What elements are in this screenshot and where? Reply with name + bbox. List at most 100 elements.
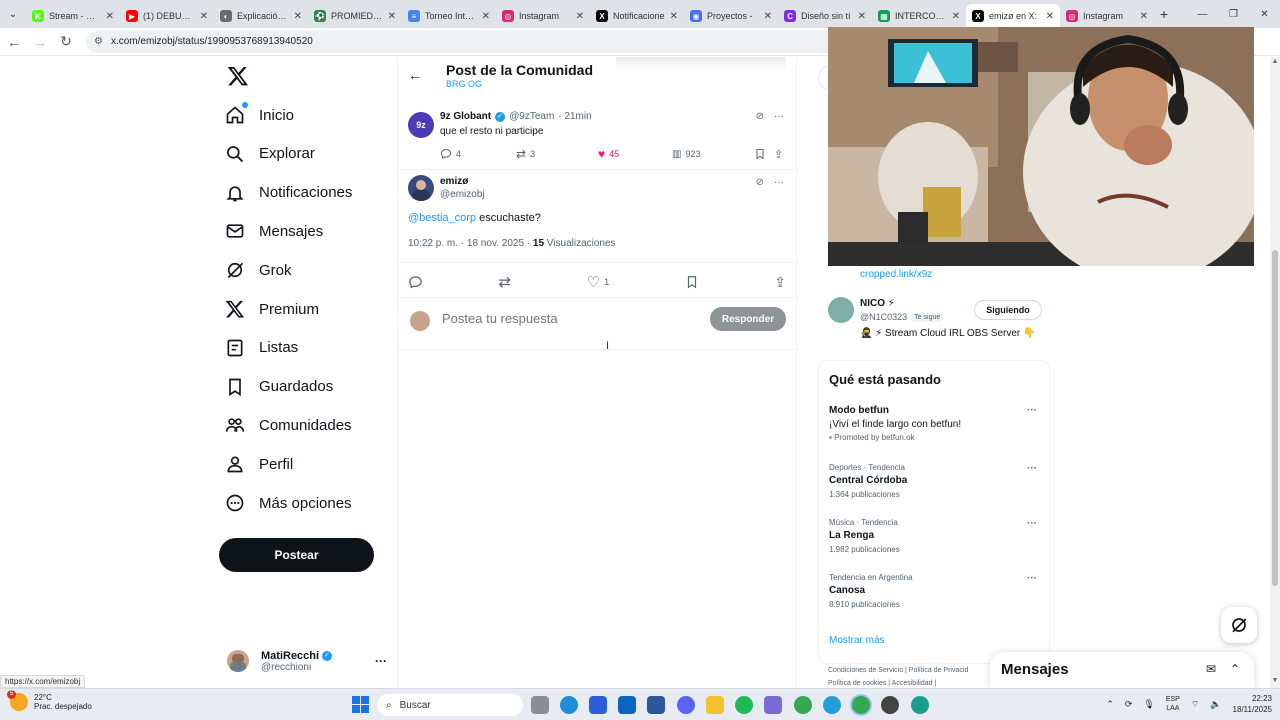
scrollbar-thumb[interactable] bbox=[1272, 250, 1278, 586]
following-button[interactable]: Siguiendo bbox=[974, 300, 1042, 320]
nav-item-comunidades[interactable]: Comunidades bbox=[225, 409, 352, 441]
account-switcher[interactable]: MatiRecchi ✓ @recchioni ··· bbox=[227, 643, 387, 679]
messages-drawer[interactable]: Mensajes ✉ ⌃ bbox=[990, 652, 1254, 688]
tab-close-icon[interactable]: ✕ bbox=[1046, 11, 1054, 22]
nav-item-grok[interactable]: Grok bbox=[225, 254, 292, 286]
like-button[interactable]: ♥ 45 bbox=[598, 147, 672, 161]
browser-tab[interactable]: ◎ Instagram ✕ bbox=[496, 4, 590, 28]
edge-icon[interactable] bbox=[560, 696, 578, 714]
new-tab-button[interactable]: + bbox=[1154, 6, 1174, 22]
reload-button[interactable]: ↻ bbox=[54, 30, 78, 54]
trend-item[interactable]: Tendencia en Argentina Canosa 8.910 public… bbox=[829, 573, 1041, 609]
obs-icon[interactable] bbox=[881, 696, 899, 714]
more-dots-icon[interactable]: ··· bbox=[1027, 518, 1037, 529]
reply-input[interactable] bbox=[442, 311, 682, 326]
tab-close-icon[interactable]: ✕ bbox=[482, 11, 490, 22]
scroll-down-arrow-icon[interactable]: ▼ bbox=[1270, 677, 1280, 684]
more-dots-icon[interactable]: ··· bbox=[1027, 405, 1037, 416]
tab-close-icon[interactable]: ✕ bbox=[576, 11, 584, 22]
close-window-button[interactable]: ✕ bbox=[1249, 0, 1280, 28]
bio-link[interactable]: cropped.link/x9z bbox=[860, 269, 932, 280]
community-name-link[interactable]: BRG OG bbox=[446, 79, 482, 89]
clock[interactable]: 22:23 18/11/2025 bbox=[1233, 693, 1272, 715]
nav-item-más-opciones[interactable]: Más opciones bbox=[225, 487, 352, 519]
url-bar[interactable]: ⚙ x.com/emizobj/status/19909537689139405… bbox=[86, 30, 846, 53]
nav-item-perfil[interactable]: Perfil bbox=[225, 448, 293, 480]
telegram-icon[interactable] bbox=[823, 696, 841, 714]
tab-close-icon[interactable]: ✕ bbox=[200, 11, 208, 22]
spotify-icon[interactable] bbox=[735, 696, 753, 714]
file-explorer-icon[interactable] bbox=[706, 696, 724, 714]
expand-up-icon[interactable]: ⌃ bbox=[1230, 662, 1240, 676]
reply-button[interactable] bbox=[408, 272, 423, 292]
restore-button[interactable]: ❐ bbox=[1218, 0, 1249, 28]
browser-tab[interactable]: X Notificacione ✕ bbox=[590, 4, 684, 28]
task-view-icon[interactable] bbox=[531, 696, 549, 714]
tab-close-icon[interactable]: ✕ bbox=[858, 11, 866, 22]
forward-button[interactable]: → bbox=[28, 30, 52, 54]
chrome-icon[interactable] bbox=[794, 696, 812, 714]
discord-icon[interactable] bbox=[677, 696, 695, 714]
tab-close-icon[interactable]: ✕ bbox=[670, 11, 678, 22]
x-logo-icon[interactable] bbox=[227, 65, 249, 87]
reply-button[interactable]: 4 bbox=[440, 147, 516, 161]
chrome-active-icon[interactable] bbox=[852, 696, 870, 714]
browser-tab[interactable]: ▦ INTERCOMU ✕ bbox=[872, 4, 966, 28]
more-dots-icon[interactable]: ··· bbox=[774, 111, 784, 122]
more-dots-icon[interactable]: ··· bbox=[1027, 573, 1037, 584]
new-message-icon[interactable]: ✉ bbox=[1206, 662, 1216, 676]
tray-app-icon[interactable]: ⟳ bbox=[1125, 699, 1133, 710]
post-time[interactable]: · 21min bbox=[558, 111, 591, 122]
minimize-button[interactable]: — bbox=[1187, 0, 1218, 28]
repost-button[interactable]: ⇄ bbox=[499, 272, 512, 292]
outlook-icon[interactable] bbox=[618, 696, 636, 714]
word-icon[interactable] bbox=[647, 696, 665, 714]
nav-item-listas[interactable]: Listas bbox=[225, 332, 298, 364]
nav-item-inicio[interactable]: Inicio bbox=[225, 99, 294, 131]
browser-tab[interactable]: ◎ Instagram ✕ bbox=[1060, 4, 1154, 28]
mention-link[interactable]: @bestia_corp bbox=[408, 212, 476, 224]
browser-tab[interactable]: C Diseño sin tí ✕ bbox=[778, 4, 872, 28]
app-icon[interactable] bbox=[911, 696, 929, 714]
more-dots-icon[interactable]: ··· bbox=[1027, 463, 1037, 474]
tab-close-icon[interactable]: ✕ bbox=[388, 11, 396, 22]
bookmark-button[interactable] bbox=[685, 272, 699, 292]
wifi-icon[interactable]: ⌔ bbox=[1191, 699, 1199, 710]
post-button[interactable]: Postear bbox=[219, 538, 374, 572]
browser-tab[interactable]: ◉ Proyectos - ✕ bbox=[684, 4, 778, 28]
footer-links-row[interactable]: Política de cookies | Accesibilidad | bbox=[828, 680, 968, 687]
avatar[interactable]: 9z bbox=[408, 112, 434, 138]
tab-close-icon[interactable]: ✕ bbox=[1140, 11, 1148, 22]
nav-item-mensajes[interactable]: Mensajes bbox=[225, 215, 323, 247]
browser-tab[interactable]: ⚽ PROMIEDOS ✕ bbox=[308, 4, 402, 28]
start-windows-icon[interactable] bbox=[352, 696, 369, 713]
nav-item-premium[interactable]: Premium bbox=[225, 293, 319, 325]
browser-tab[interactable]: K Stream - Kick ✕ bbox=[26, 4, 120, 28]
grok-floating-button[interactable] bbox=[1221, 607, 1257, 643]
browser-tab[interactable]: ≡ Torneo Intern ✕ bbox=[402, 4, 496, 28]
taskbar-search[interactable]: ⌕ Buscar bbox=[377, 694, 523, 716]
site-info-icon[interactable]: ⚙ bbox=[94, 36, 103, 47]
avatar[interactable] bbox=[408, 175, 434, 201]
user-name[interactable]: NICO ⚡ bbox=[860, 298, 895, 309]
tab-close-icon[interactable]: ✕ bbox=[106, 11, 114, 22]
show-more-link[interactable]: Mostrar más bbox=[829, 635, 885, 646]
volume-icon[interactable]: 🔈 bbox=[1210, 699, 1221, 710]
weather-widget[interactable]: 5 22°C Prac. despejado bbox=[7, 690, 92, 711]
scroll-up-arrow-icon[interactable]: ▲ bbox=[1270, 58, 1280, 65]
share-button[interactable]: ⇪ bbox=[774, 147, 788, 161]
author-handle[interactable]: @emizobj bbox=[440, 189, 485, 200]
share-button[interactable]: ⇪ bbox=[774, 272, 786, 292]
tab-close-icon[interactable]: ✕ bbox=[952, 11, 960, 22]
promoted-trend[interactable]: Modo betfun ¡Viví el finde largo con bet… bbox=[829, 405, 1041, 442]
like-button[interactable]: ♡ 1 bbox=[587, 272, 609, 292]
tray-chevron-icon[interactable]: ⌃ bbox=[1106, 699, 1114, 710]
avatar[interactable] bbox=[828, 297, 854, 323]
browser-tab[interactable]: ▶ (1) DEBUTÉ en ✕ bbox=[120, 4, 214, 28]
bookmark-button[interactable] bbox=[754, 147, 774, 161]
teams-icon[interactable] bbox=[764, 696, 782, 714]
grok-icon[interactable]: ⊘ bbox=[756, 111, 764, 122]
repost-button[interactable]: ⇄ 3 bbox=[516, 147, 598, 161]
store-icon[interactable] bbox=[589, 696, 607, 714]
author-handle[interactable]: @9zTeam bbox=[509, 111, 554, 122]
